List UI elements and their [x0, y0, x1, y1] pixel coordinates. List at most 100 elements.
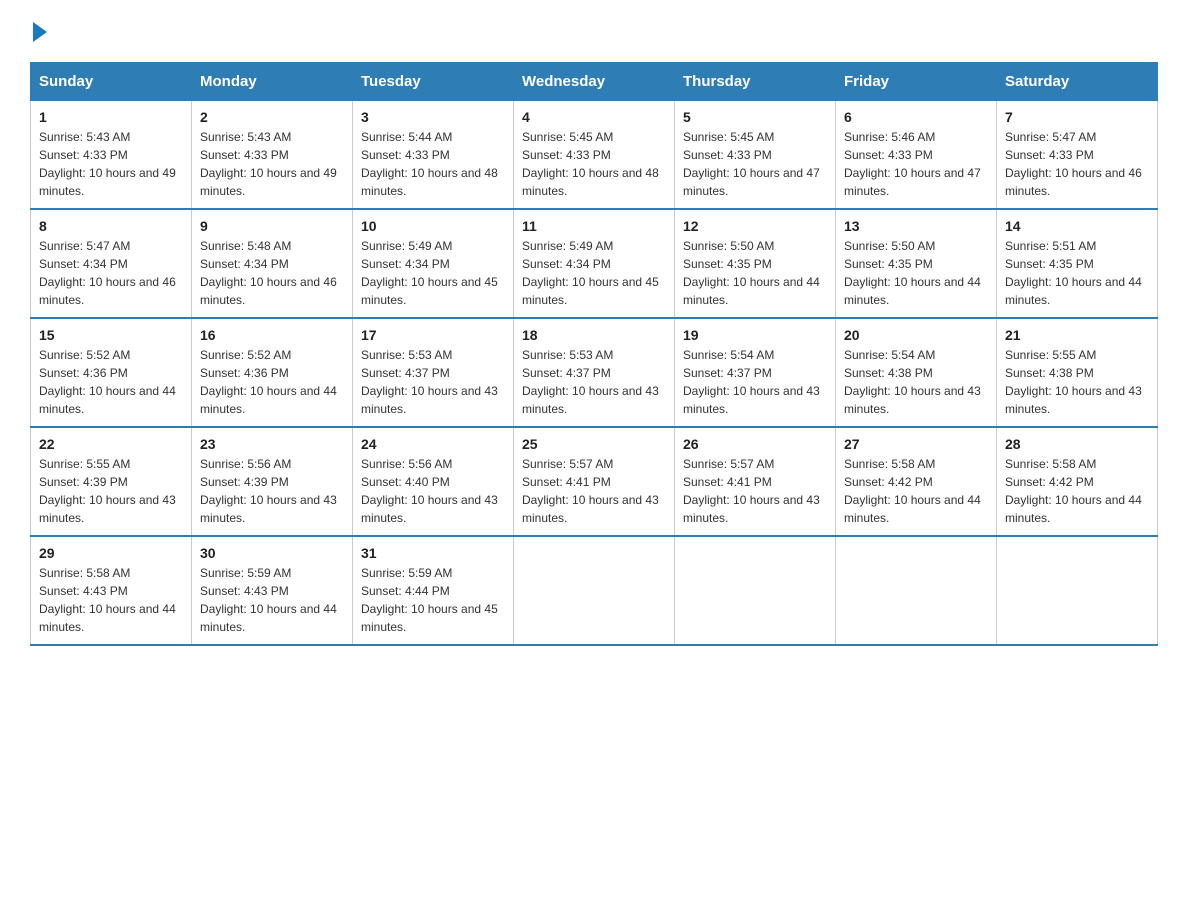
day-info: Sunrise: 5:49 AMSunset: 4:34 PMDaylight:…	[361, 237, 505, 309]
day-number: 22	[39, 436, 183, 452]
calendar-cell: 19 Sunrise: 5:54 AMSunset: 4:37 PMDayligh…	[675, 318, 836, 427]
calendar-cell	[997, 536, 1158, 645]
calendar-week-1: 1 Sunrise: 5:43 AMSunset: 4:33 PMDaylight…	[31, 101, 1158, 210]
day-info: Sunrise: 5:55 AMSunset: 4:39 PMDaylight:…	[39, 455, 183, 527]
day-info: Sunrise: 5:44 AMSunset: 4:33 PMDaylight:…	[361, 128, 505, 200]
day-info: Sunrise: 5:46 AMSunset: 4:33 PMDaylight:…	[844, 128, 988, 200]
calendar-cell: 5 Sunrise: 5:45 AMSunset: 4:33 PMDaylight…	[675, 101, 836, 210]
day-number: 11	[522, 218, 666, 234]
day-info: Sunrise: 5:51 AMSunset: 4:35 PMDaylight:…	[1005, 237, 1149, 309]
calendar-cell	[675, 536, 836, 645]
day-info: Sunrise: 5:59 AMSunset: 4:44 PMDaylight:…	[361, 564, 505, 636]
day-number: 30	[200, 545, 344, 561]
weekday-header-tuesday: Tuesday	[353, 63, 514, 101]
day-info: Sunrise: 5:54 AMSunset: 4:37 PMDaylight:…	[683, 346, 827, 418]
calendar-header: SundayMondayTuesdayWednesdayThursdayFrid…	[31, 63, 1158, 101]
day-info: Sunrise: 5:59 AMSunset: 4:43 PMDaylight:…	[200, 564, 344, 636]
calendar-cell	[836, 536, 997, 645]
day-number: 5	[683, 109, 827, 125]
calendar-week-2: 8 Sunrise: 5:47 AMSunset: 4:34 PMDaylight…	[31, 209, 1158, 318]
day-number: 27	[844, 436, 988, 452]
day-number: 24	[361, 436, 505, 452]
day-info: Sunrise: 5:45 AMSunset: 4:33 PMDaylight:…	[683, 128, 827, 200]
calendar-cell: 17 Sunrise: 5:53 AMSunset: 4:37 PMDayligh…	[353, 318, 514, 427]
day-info: Sunrise: 5:58 AMSunset: 4:42 PMDaylight:…	[1005, 455, 1149, 527]
calendar-cell: 15Sunrise: 5:52 AMSunset: 4:36 PMDayligh…	[31, 318, 192, 427]
day-info: Sunrise: 5:43 AMSunset: 4:33 PMDaylight:…	[39, 128, 183, 200]
day-number: 18	[522, 327, 666, 343]
calendar-cell: 22 Sunrise: 5:55 AMSunset: 4:39 PMDayligh…	[31, 427, 192, 536]
calendar-cell: 28 Sunrise: 5:58 AMSunset: 4:42 PMDayligh…	[997, 427, 1158, 536]
day-number: 9	[200, 218, 344, 234]
calendar-cell: 31 Sunrise: 5:59 AMSunset: 4:44 PMDayligh…	[353, 536, 514, 645]
day-number: 29	[39, 545, 183, 561]
calendar-table: SundayMondayTuesdayWednesdayThursdayFrid…	[30, 62, 1158, 646]
day-info: Sunrise: 5:48 AMSunset: 4:34 PMDaylight:…	[200, 237, 344, 309]
day-info: Sunrise: 5:52 AMSunset: 4:36 PMDaylight:…	[200, 346, 344, 418]
day-info: Sunrise: 5:55 AMSunset: 4:38 PMDaylight:…	[1005, 346, 1149, 418]
calendar-cell: 18Sunrise: 5:53 AMSunset: 4:37 PMDayligh…	[514, 318, 675, 427]
day-info: Sunrise: 5:47 AMSunset: 4:34 PMDaylight:…	[39, 237, 183, 309]
calendar-week-5: 29 Sunrise: 5:58 AMSunset: 4:43 PMDayligh…	[31, 536, 1158, 645]
calendar-cell: 21 Sunrise: 5:55 AMSunset: 4:38 PMDayligh…	[997, 318, 1158, 427]
logo	[30, 20, 47, 42]
day-number: 6	[844, 109, 988, 125]
day-info: Sunrise: 5:50 AMSunset: 4:35 PMDaylight:…	[683, 237, 827, 309]
calendar-cell: 10 Sunrise: 5:49 AMSunset: 4:34 PMDayligh…	[353, 209, 514, 318]
weekday-header-sunday: Sunday	[31, 63, 192, 101]
day-info: Sunrise: 5:58 AMSunset: 4:42 PMDaylight:…	[844, 455, 988, 527]
weekday-header-saturday: Saturday	[997, 63, 1158, 101]
day-info: Sunrise: 5:43 AMSunset: 4:33 PMDaylight:…	[200, 128, 344, 200]
calendar-cell: 12 Sunrise: 5:50 AMSunset: 4:35 PMDayligh…	[675, 209, 836, 318]
day-number: 21	[1005, 327, 1149, 343]
calendar-cell: 14 Sunrise: 5:51 AMSunset: 4:35 PMDayligh…	[997, 209, 1158, 318]
calendar-cell: 29 Sunrise: 5:58 AMSunset: 4:43 PMDayligh…	[31, 536, 192, 645]
day-number: 2	[200, 109, 344, 125]
day-info: Sunrise: 5:56 AMSunset: 4:39 PMDaylight:…	[200, 455, 344, 527]
day-number: 15	[39, 327, 183, 343]
calendar-cell	[514, 536, 675, 645]
calendar-cell: 25Sunrise: 5:57 AMSunset: 4:41 PMDayligh…	[514, 427, 675, 536]
logo-arrow-icon	[33, 22, 47, 42]
calendar-cell: 13 Sunrise: 5:50 AMSunset: 4:35 PMDayligh…	[836, 209, 997, 318]
weekday-header-thursday: Thursday	[675, 63, 836, 101]
day-number: 26	[683, 436, 827, 452]
day-number: 1	[39, 109, 183, 125]
day-info: Sunrise: 5:57 AMSunset: 4:41 PMDaylight:…	[522, 455, 666, 527]
day-info: Sunrise: 5:57 AMSunset: 4:41 PMDaylight:…	[683, 455, 827, 527]
day-number: 14	[1005, 218, 1149, 234]
day-number: 7	[1005, 109, 1149, 125]
weekday-header-monday: Monday	[192, 63, 353, 101]
day-info: Sunrise: 5:58 AMSunset: 4:43 PMDaylight:…	[39, 564, 183, 636]
day-info: Sunrise: 5:45 AMSunset: 4:33 PMDaylight:…	[522, 128, 666, 200]
calendar-cell: 8 Sunrise: 5:47 AMSunset: 4:34 PMDaylight…	[31, 209, 192, 318]
day-number: 28	[1005, 436, 1149, 452]
day-number: 31	[361, 545, 505, 561]
calendar-cell: 30 Sunrise: 5:59 AMSunset: 4:43 PMDayligh…	[192, 536, 353, 645]
calendar-cell: 23Sunrise: 5:56 AMSunset: 4:39 PMDayligh…	[192, 427, 353, 536]
day-number: 8	[39, 218, 183, 234]
day-number: 16	[200, 327, 344, 343]
calendar-cell: 11 Sunrise: 5:49 AMSunset: 4:34 PMDayligh…	[514, 209, 675, 318]
day-number: 19	[683, 327, 827, 343]
day-number: 3	[361, 109, 505, 125]
calendar-cell: 27 Sunrise: 5:58 AMSunset: 4:42 PMDayligh…	[836, 427, 997, 536]
day-info: Sunrise: 5:49 AMSunset: 4:34 PMDaylight:…	[522, 237, 666, 309]
calendar-cell: 2 Sunrise: 5:43 AMSunset: 4:33 PMDaylight…	[192, 101, 353, 210]
day-info: Sunrise: 5:53 AMSunset: 4:37 PMDaylight:…	[361, 346, 505, 418]
day-number: 4	[522, 109, 666, 125]
calendar-cell: 3 Sunrise: 5:44 AMSunset: 4:33 PMDaylight…	[353, 101, 514, 210]
day-number: 20	[844, 327, 988, 343]
day-info: Sunrise: 5:47 AMSunset: 4:33 PMDaylight:…	[1005, 128, 1149, 200]
calendar-week-4: 22 Sunrise: 5:55 AMSunset: 4:39 PMDayligh…	[31, 427, 1158, 536]
calendar-cell: 4 Sunrise: 5:45 AMSunset: 4:33 PMDaylight…	[514, 101, 675, 210]
day-number: 10	[361, 218, 505, 234]
day-number: 13	[844, 218, 988, 234]
day-info: Sunrise: 5:50 AMSunset: 4:35 PMDaylight:…	[844, 237, 988, 309]
calendar-cell: 9 Sunrise: 5:48 AMSunset: 4:34 PMDaylight…	[192, 209, 353, 318]
weekday-header-wednesday: Wednesday	[514, 63, 675, 101]
calendar-cell: 7 Sunrise: 5:47 AMSunset: 4:33 PMDaylight…	[997, 101, 1158, 210]
day-number: 17	[361, 327, 505, 343]
day-number: 12	[683, 218, 827, 234]
calendar-cell: 1 Sunrise: 5:43 AMSunset: 4:33 PMDaylight…	[31, 101, 192, 210]
